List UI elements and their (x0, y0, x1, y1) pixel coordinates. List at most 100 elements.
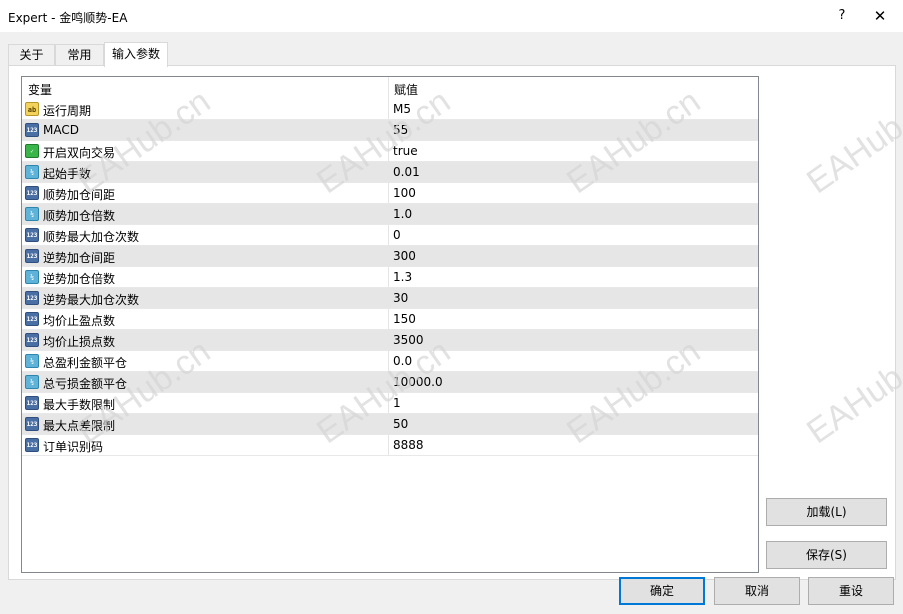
parameter-name: 逆势加仓间距 (43, 251, 116, 265)
column-separator (388, 414, 389, 434)
table-row[interactable]: 123 顺势最大加仓次数 0 (22, 225, 758, 246)
column-separator (388, 246, 389, 266)
title-bar: Expert - 金鸣顺势-EA ? ✕ (0, 0, 903, 32)
double-type-icon: ½ (25, 375, 39, 389)
integer-type-icon: 123 (25, 249, 39, 263)
parameter-value[interactable]: 50 (393, 417, 408, 431)
column-separator (388, 204, 389, 224)
column-separator (388, 162, 389, 182)
parameter-name: 订单识别码 (43, 440, 104, 454)
table-row[interactable]: ½ 总盈利金额平仓 0.0 (22, 351, 758, 372)
parameter-name: 顺势最大加仓次数 (43, 230, 140, 244)
column-separator (388, 183, 389, 203)
column-separator (388, 99, 389, 119)
parameter-name: 运行周期 (43, 104, 92, 118)
parameter-value[interactable]: 8888 (393, 438, 424, 452)
parameter-value[interactable]: true (393, 144, 418, 158)
integer-type-icon: 123 (25, 438, 39, 452)
integer-type-icon: 123 (25, 396, 39, 410)
table-row[interactable]: 123 逆势加仓间距 300 (22, 246, 758, 267)
parameter-name: 均价止损点数 (43, 335, 116, 349)
parameter-name: 最大手数限制 (43, 398, 116, 412)
table-row[interactable]: 123 均价止损点数 3500 (22, 330, 758, 351)
parameter-name: 逆势加仓倍数 (43, 272, 116, 286)
grid-header: 变量 赋值 (22, 77, 758, 99)
help-button[interactable]: ? (832, 6, 852, 26)
parameter-value[interactable]: 1.0 (393, 207, 412, 221)
reset-button[interactable]: 重设 (808, 577, 894, 605)
integer-type-icon: 123 (25, 186, 39, 200)
parameter-value[interactable]: 0 (393, 228, 401, 242)
cancel-button[interactable]: 取消 (714, 577, 800, 605)
integer-type-icon: 123 (25, 417, 39, 431)
parameter-value[interactable]: 300 (393, 249, 416, 263)
parameter-name: 总亏损金额平仓 (43, 377, 128, 391)
double-type-icon: ½ (25, 354, 39, 368)
header-variable[interactable]: 变量 (28, 81, 52, 98)
parameter-value[interactable]: 0.01 (393, 165, 420, 179)
parameter-name: 起始手数 (43, 167, 92, 181)
window-title: Expert - 金鸣顺势-EA (8, 11, 128, 25)
integer-type-icon: 123 (25, 123, 39, 137)
table-row[interactable]: ½ 顺势加仓倍数 1.0 (22, 204, 758, 225)
parameter-value[interactable]: 1 (393, 396, 401, 410)
header-value[interactable]: 赋值 (394, 81, 418, 98)
table-row[interactable]: 123 订单识别码 8888 (22, 435, 758, 456)
parameter-value[interactable]: 10000.0 (393, 375, 443, 389)
parameter-name: 开启双向交易 (43, 146, 116, 160)
table-row[interactable]: ½ 总亏损金额平仓 10000.0 (22, 372, 758, 393)
ok-button[interactable]: 确定 (619, 577, 705, 605)
column-separator (388, 351, 389, 371)
integer-type-icon: 123 (25, 291, 39, 305)
parameter-value[interactable]: 0.0 (393, 354, 412, 368)
table-row[interactable]: ½ 逆势加仓倍数 1.3 (22, 267, 758, 288)
close-button[interactable]: ✕ (870, 6, 890, 26)
column-separator (388, 288, 389, 308)
parameter-name: MACD (43, 123, 79, 137)
parameter-value[interactable]: 55 (393, 123, 408, 137)
parameter-name: 顺势加仓间距 (43, 188, 116, 202)
column-separator (388, 435, 389, 455)
parameter-name: 均价止盈点数 (43, 314, 116, 328)
parameter-value[interactable]: 100 (393, 186, 416, 200)
integer-type-icon: 123 (25, 228, 39, 242)
table-row[interactable]: 123 顺势加仓间距 100 (22, 183, 758, 204)
parameter-value[interactable]: 3500 (393, 333, 424, 347)
column-separator (388, 225, 389, 245)
tab-common[interactable]: 常用 (55, 44, 104, 65)
column-separator (388, 141, 389, 161)
integer-type-icon: 123 (25, 333, 39, 347)
parameter-name: 顺势加仓倍数 (43, 209, 116, 223)
column-separator (388, 267, 389, 287)
header-separator[interactable] (388, 77, 389, 99)
parameter-value[interactable]: 150 (393, 312, 416, 326)
double-type-icon: ½ (25, 165, 39, 179)
integer-type-icon: 123 (25, 312, 39, 326)
column-separator (388, 393, 389, 413)
table-row[interactable]: ✓ 开启双向交易 true (22, 141, 758, 162)
table-row[interactable]: 123 均价止盈点数 150 (22, 309, 758, 330)
save-button[interactable]: 保存(S) (766, 541, 887, 569)
load-button[interactable]: 加载(L) (766, 498, 887, 526)
double-type-icon: ½ (25, 270, 39, 284)
parameter-name: 总盈利金额平仓 (43, 356, 128, 370)
tab-about[interactable]: 关于 (8, 44, 55, 65)
column-separator (388, 120, 389, 140)
table-row[interactable]: 123 逆势最大加仓次数 30 (22, 288, 758, 309)
tab-inputs[interactable]: 输入参数 (104, 42, 168, 67)
parameter-value[interactable]: 1.3 (393, 270, 412, 284)
column-separator (388, 330, 389, 350)
table-row[interactable]: ab 运行周期 M5 (22, 99, 758, 120)
table-row[interactable]: 123 最大手数限制 1 (22, 393, 758, 414)
parameter-value[interactable]: M5 (393, 102, 411, 116)
string-type-icon: ab (25, 102, 39, 116)
column-separator (388, 309, 389, 329)
parameters-grid: 变量 赋值 ab 运行周期 M5 123 MACD 55 ✓ 开启双向交易 true ½ 起始手数 0… (21, 76, 759, 573)
parameter-value[interactable]: 30 (393, 291, 408, 305)
parameter-name: 最大点差限制 (43, 419, 116, 433)
table-row[interactable]: 123 MACD 55 (22, 120, 758, 141)
table-row[interactable]: 123 最大点差限制 50 (22, 414, 758, 435)
column-separator (388, 372, 389, 392)
double-type-icon: ½ (25, 207, 39, 221)
table-row[interactable]: ½ 起始手数 0.01 (22, 162, 758, 183)
